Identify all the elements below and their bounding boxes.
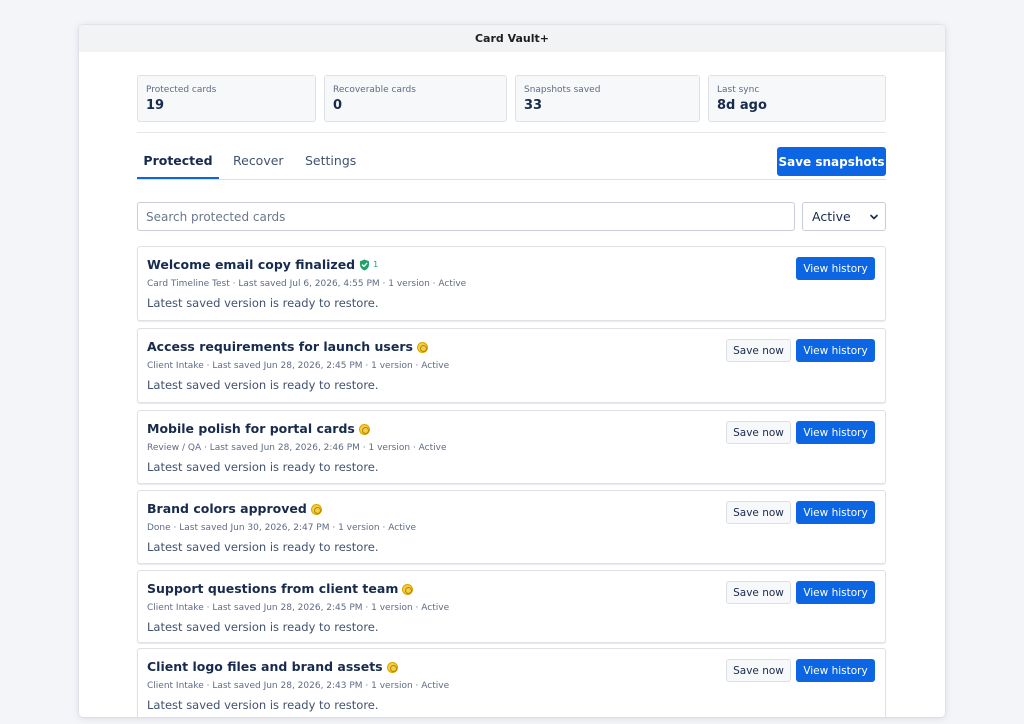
stat-label: Last sync	[717, 85, 760, 95]
card-description: Latest saved version is ready to restore…	[147, 620, 379, 634]
card-meta: Review / QA · Last saved Jun 28, 2026, 2…	[147, 443, 447, 453]
pending-dot-icon	[310, 504, 322, 515]
app-window: Card Vault+ Protected cards 19 Recoverab…	[79, 25, 945, 717]
card-description: Latest saved version is ready to restore…	[147, 540, 379, 554]
view-history-button[interactable]: View history	[796, 257, 875, 280]
main-content: Protected cards 19 Recoverable cards 0 S…	[137, 75, 886, 717]
chevron-down-icon	[870, 214, 878, 220]
view-history-button[interactable]: View history	[796, 581, 875, 604]
save-now-button[interactable]: Save now	[726, 501, 791, 524]
card-meta: Done · Last saved Jun 30, 2026, 2:47 PM …	[147, 523, 417, 533]
stat-label: Snapshots saved	[524, 85, 601, 95]
card-item: Welcome email copy finalized 1 Card Time…	[137, 246, 886, 321]
tab-settings[interactable]: Settings	[305, 133, 356, 179]
pending-dot-icon	[402, 584, 414, 595]
card-meta: Client Intake · Last saved Jun 28, 2026,…	[147, 681, 450, 691]
card-meta: Client Intake · Last saved Jun 28, 2026,…	[147, 603, 450, 613]
stat-recoverable-cards: Recoverable cards 0	[324, 75, 507, 122]
card-description: Latest saved version is ready to restore…	[147, 378, 379, 392]
filter-row: Active	[137, 202, 886, 232]
save-now-button[interactable]: Save now	[726, 339, 791, 362]
card-description: Latest saved version is ready to restore…	[147, 698, 379, 712]
card-title: Support questions from client team	[147, 581, 399, 596]
save-now-button[interactable]: Save now	[726, 581, 791, 604]
card-meta: Card Timeline Test · Last saved Jul 6, 2…	[147, 279, 467, 289]
view-history-button[interactable]: View history	[796, 339, 875, 362]
card-title-row: Client logo files and brand assets	[147, 659, 398, 674]
card-description: Latest saved version is ready to restore…	[147, 460, 379, 474]
pending-dot-icon	[358, 424, 370, 435]
pending-dot-icon	[386, 662, 398, 673]
status-select[interactable]: Active	[802, 202, 886, 231]
card-title-row: Access requirements for launch users	[147, 339, 428, 354]
window-title: Card Vault+	[79, 25, 945, 52]
stat-value: 33	[524, 98, 543, 113]
card-meta: Client Intake · Last saved Jun 28, 2026,…	[147, 361, 450, 371]
stats-row: Protected cards 19 Recoverable cards 0 S…	[137, 75, 886, 122]
card-title-row: Mobile polish for portal cards	[147, 421, 370, 436]
card-title: Brand colors approved	[147, 501, 307, 516]
stat-label: Recoverable cards	[333, 85, 416, 95]
save-snapshots-button[interactable]: Save snapshots	[777, 147, 886, 176]
stat-label: Protected cards	[146, 85, 217, 95]
card-item: Mobile polish for portal cards Review / …	[137, 410, 886, 484]
card-item: Client logo files and brand assets Clien…	[137, 648, 886, 717]
card-title: Access requirements for launch users	[147, 339, 413, 354]
protected-badge: 1	[359, 259, 378, 271]
card-item: Support questions from client team Clien…	[137, 570, 886, 643]
stat-value: 0	[333, 98, 343, 113]
stat-value: 8d ago	[717, 98, 767, 113]
protected-badge-count: 1	[373, 260, 379, 269]
status-select-value: Active	[812, 209, 851, 224]
tab-bar: Protected Recover Settings Save snapshot…	[137, 133, 886, 180]
card-title: Client logo files and brand assets	[147, 659, 383, 674]
card-item: Access requirements for launch users Cli…	[137, 328, 886, 403]
pending-dot-icon	[416, 342, 428, 353]
card-title: Welcome email copy finalized	[147, 257, 356, 272]
tab-recover[interactable]: Recover	[233, 133, 284, 179]
save-now-button[interactable]: Save now	[726, 659, 791, 682]
card-description: Latest saved version is ready to restore…	[147, 296, 379, 310]
stat-value: 19	[146, 98, 165, 113]
card-title-row: Support questions from client team	[147, 581, 414, 596]
view-history-button[interactable]: View history	[796, 421, 875, 444]
card-item: Brand colors approved Done · Last saved …	[137, 490, 886, 564]
stat-snapshots-saved: Snapshots saved 33	[515, 75, 700, 122]
shield-check-icon	[360, 259, 370, 270]
card-title-row: Welcome email copy finalized 1	[147, 257, 378, 272]
tab-protected[interactable]: Protected	[137, 133, 219, 179]
card-title-row: Brand colors approved	[147, 501, 322, 516]
search-input[interactable]	[137, 202, 795, 231]
card-title: Mobile polish for portal cards	[147, 421, 355, 436]
stat-last-sync: Last sync 8d ago	[708, 75, 886, 122]
stat-protected-cards: Protected cards 19	[137, 75, 316, 122]
view-history-button[interactable]: View history	[796, 659, 875, 682]
save-now-button[interactable]: Save now	[726, 421, 791, 444]
view-history-button[interactable]: View history	[796, 501, 875, 524]
